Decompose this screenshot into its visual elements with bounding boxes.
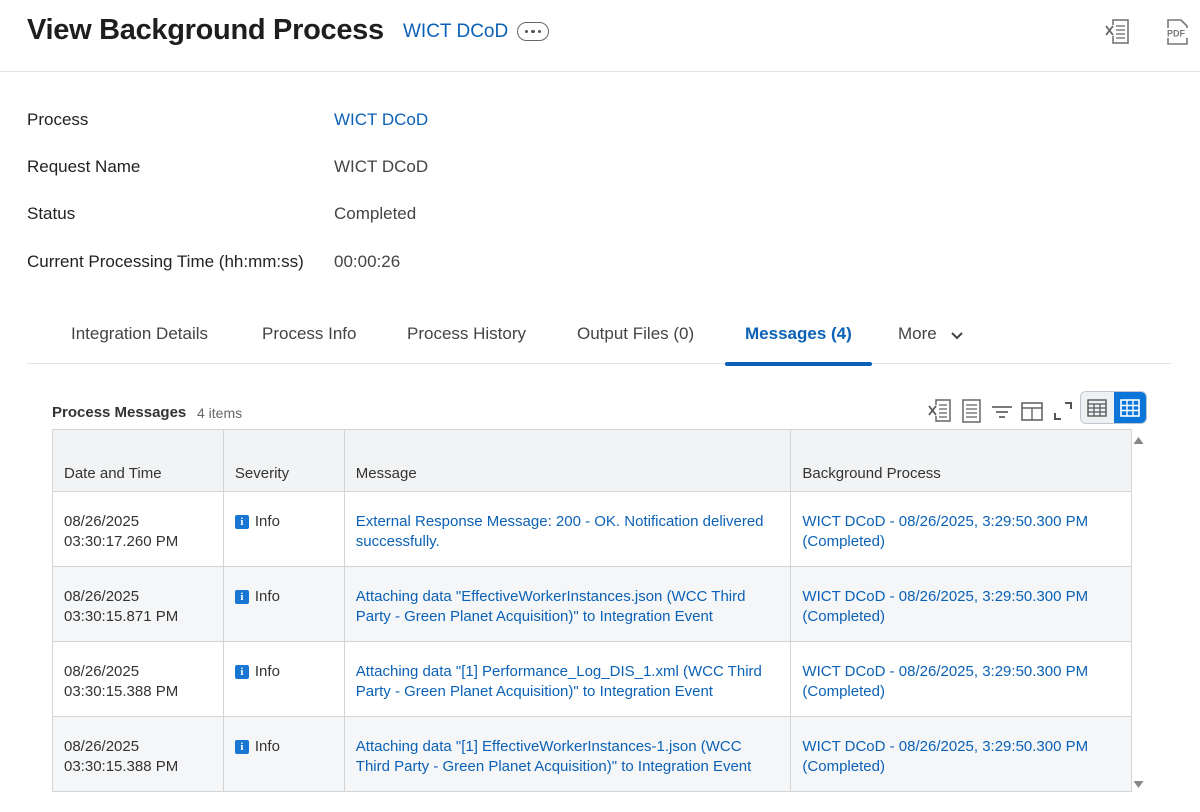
cell-date: 08/26/2025	[64, 738, 140, 755]
table-row: 08/26/2025 03:30:15.388 PM i Info Attachi…	[52, 716, 1132, 792]
tab-process-history[interactable]: Process History	[407, 305, 526, 364]
cell-message: Attaching data "[1] Performance_Log_DIS_…	[344, 641, 792, 717]
info-icon: i	[234, 590, 249, 604]
cell-date: 08/26/2025	[64, 588, 140, 605]
cell-severity: i Info	[223, 641, 345, 717]
background-process-link[interactable]: WICT DCoD - 08/26/2025, 3:29:50.300 PM (…	[802, 738, 1088, 775]
pdf-export-icon[interactable]: PDF	[1163, 18, 1189, 46]
cell-background-process: WICT DCoD - 08/26/2025, 3:29:50.300 PM (…	[790, 566, 1132, 642]
field-label-status: Status	[27, 204, 76, 223]
field-value-status: Completed	[334, 204, 417, 223]
cell-date-time: 08/26/2025 03:30:15.871 PM	[52, 566, 224, 642]
cell-background-process: WICT DCoD - 08/26/2025, 3:29:50.300 PM (…	[790, 641, 1132, 717]
tab-more[interactable]: More	[898, 305, 964, 364]
severity-label: Info	[254, 738, 280, 755]
cell-date-time: 08/26/2025 03:30:17.260 PM	[52, 491, 224, 567]
background-process-link[interactable]: WICT DCoD - 08/26/2025, 3:29:50.300 PM (…	[802, 513, 1088, 550]
cell-time: 03:30:15.388 PM	[64, 683, 179, 700]
cell-background-process: WICT DCoD - 08/26/2025, 3:29:50.300 PM (…	[790, 716, 1132, 792]
field-value-processing-time: 00:00:26	[334, 252, 401, 271]
cell-message: Attaching data "[1] EffectiveWorkerInsta…	[344, 716, 792, 792]
scroll-down-arrow-icon[interactable]	[1133, 776, 1144, 788]
tab-process-info[interactable]: Process Info	[262, 305, 357, 364]
severity-label: Info	[254, 588, 280, 605]
page-title: View Background Process	[27, 14, 384, 46]
cell-time: 03:30:17.260 PM	[64, 533, 179, 550]
info-icon: i	[234, 515, 249, 529]
column-header-severity[interactable]: Severity	[223, 429, 345, 492]
cell-message: External Response Message: 200 - OK. Not…	[344, 491, 792, 567]
column-header-message[interactable]: Message	[344, 429, 792, 492]
grid-expand-icon[interactable]	[1051, 399, 1075, 423]
field-label-request-name: Request Name	[27, 157, 141, 176]
tab-integration-details[interactable]: Integration Details	[71, 305, 208, 364]
grid-view-toggle	[1080, 391, 1147, 424]
grid-print-icon[interactable]	[960, 399, 984, 423]
cell-severity: i Info	[223, 716, 345, 792]
grid-view-icon[interactable]	[1113, 392, 1146, 423]
grid-title: Process Messages	[52, 404, 187, 421]
messages-table: Date and Time Severity Message Backgroun…	[52, 429, 1132, 792]
grid-item-count: 4 items	[197, 405, 243, 421]
svg-text:PDF: PDF	[1167, 29, 1186, 39]
background-process-link[interactable]: WICT DCoD - 08/26/2025, 3:29:50.300 PM (…	[802, 588, 1088, 625]
header-process-link[interactable]: WICT DCoD	[403, 21, 508, 43]
cell-severity: i Info	[223, 566, 345, 642]
field-value-request-name: WICT DCoD	[334, 157, 429, 176]
excel-export-icon[interactable]	[1104, 18, 1130, 46]
chevron-down-icon	[951, 325, 964, 345]
cell-severity: i Info	[223, 491, 345, 567]
scroll-up-arrow-icon[interactable]	[1133, 432, 1144, 444]
severity-label: Info	[254, 663, 280, 680]
tab-more-label: More	[898, 324, 937, 343]
message-link[interactable]: Attaching data "[1] Performance_Log_DIS_…	[356, 663, 762, 700]
grid-columns-icon[interactable]	[1020, 399, 1044, 423]
tab-bar: Integration Details Process Info Process…	[27, 305, 1171, 366]
dot-icon	[531, 29, 535, 34]
field-label-process: Process	[27, 110, 89, 129]
page-header: View Background Process WICT DCoD PDF	[0, 0, 1200, 72]
column-header-background-process[interactable]: Background Process	[790, 429, 1132, 492]
dot-icon	[537, 29, 542, 34]
grid-excel-export-icon[interactable]	[928, 399, 952, 423]
table-row: 08/26/2025 03:30:15.871 PM i Info Attachi…	[52, 566, 1132, 642]
tab-output-files[interactable]: Output Files (0)	[577, 305, 694, 364]
message-link[interactable]: Attaching data "EffectiveWorkerInstances…	[356, 588, 746, 625]
grid-filter-icon[interactable]	[990, 399, 1014, 423]
cell-time: 03:30:15.871 PM	[64, 608, 179, 625]
dot-icon	[524, 29, 529, 34]
info-icon: i	[234, 740, 249, 754]
cell-date-time: 08/26/2025 03:30:15.388 PM	[52, 641, 224, 717]
column-header-date-time[interactable]: Date and Time	[52, 429, 224, 492]
field-value-process-link[interactable]: WICT DCoD	[334, 110, 428, 130]
related-actions-button[interactable]	[517, 22, 549, 41]
cell-date: 08/26/2025	[64, 513, 140, 530]
cell-message: Attaching data "EffectiveWorkerInstances…	[344, 566, 792, 642]
field-label-processing-time: Current Processing Time (hh:mm:ss)	[27, 252, 304, 271]
table-view-icon[interactable]	[1081, 392, 1114, 423]
table-header-row: Date and Time Severity Message Backgroun…	[52, 429, 1132, 492]
message-link[interactable]: External Response Message: 200 - OK. Not…	[356, 513, 764, 550]
message-link[interactable]: Attaching data "[1] EffectiveWorkerInsta…	[356, 738, 752, 775]
table-row: 08/26/2025 03:30:17.260 PM i Info Externa…	[52, 491, 1132, 567]
tab-messages[interactable]: Messages (4)	[725, 305, 872, 366]
severity-label: Info	[254, 513, 280, 530]
background-process-link[interactable]: WICT DCoD - 08/26/2025, 3:29:50.300 PM (…	[802, 663, 1088, 700]
cell-date-time: 08/26/2025 03:30:15.388 PM	[52, 716, 224, 792]
table-row: 08/26/2025 03:30:15.388 PM i Info Attachi…	[52, 641, 1132, 717]
cell-time: 03:30:15.388 PM	[64, 758, 179, 775]
cell-date: 08/26/2025	[64, 663, 140, 680]
info-icon: i	[234, 665, 249, 679]
cell-background-process: WICT DCoD - 08/26/2025, 3:29:50.300 PM (…	[790, 491, 1132, 567]
